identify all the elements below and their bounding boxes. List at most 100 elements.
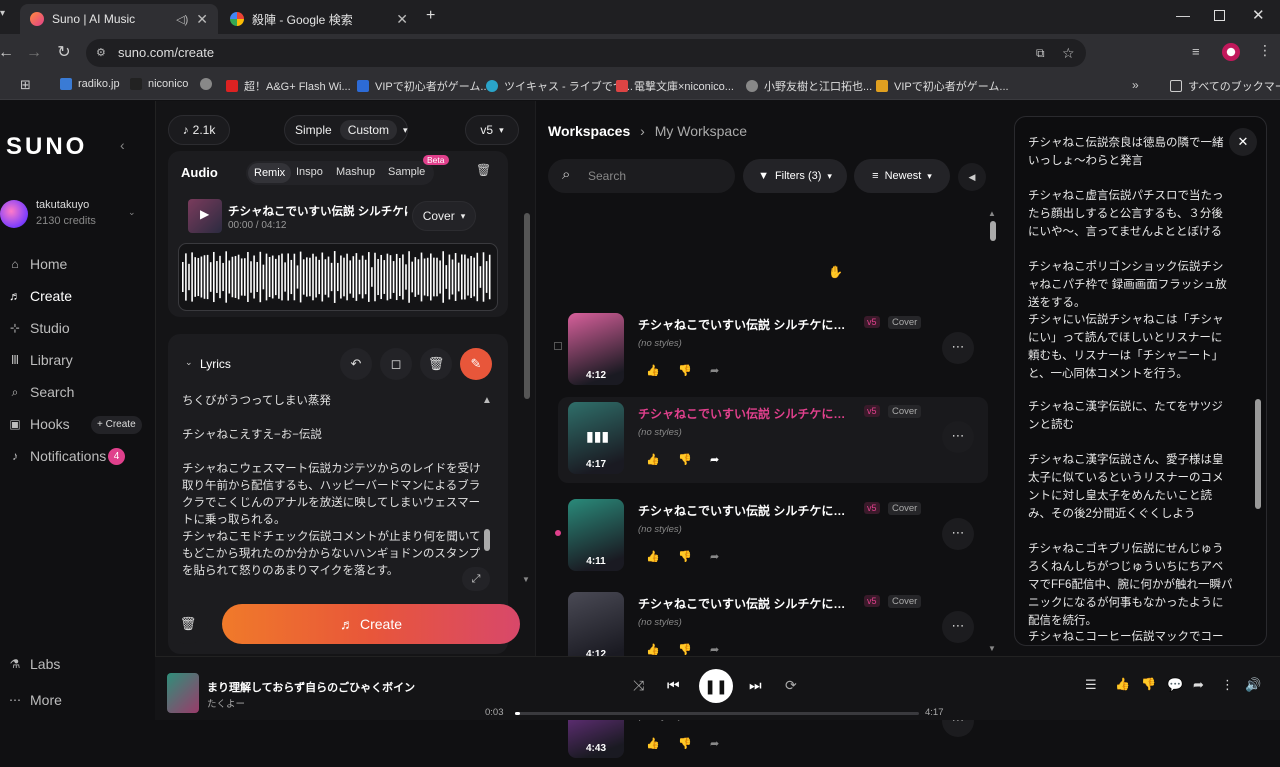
song-row[interactable]: 4:11 チシャねこでいすい伝説 シルチケについてあま... v5 Cover (no … [558,494,988,580]
sidebar-item-search[interactable]: ⌕ Search [8,384,75,400]
sidebar-item-studio[interactable]: ⊹ Studio [8,320,70,336]
undo-icon[interactable]: ↶ [340,348,372,380]
share-icon[interactable]: ➦ [710,453,719,466]
like-icon[interactable]: 👍 [646,737,660,750]
more-options-button[interactable]: ⋯ [942,332,974,364]
maximize-icon[interactable] [1214,10,1225,21]
share-icon[interactable]: ➦ [710,550,719,563]
close-window-icon[interactable]: ✕ [1252,6,1265,24]
media-control-icon[interactable]: ≡ [1192,44,1200,59]
bookmark-folder[interactable]: すべてのブックマーク [1170,78,1280,94]
player-title[interactable]: まり理解しておらず自らのごひゃくボイン [207,679,415,695]
bookmark-radiko[interactable]: radiko.jp [60,78,120,90]
dislike-icon[interactable]: 👎 [678,737,692,750]
suno-logo[interactable]: SUNO [6,133,87,161]
filters-button[interactable]: ▼ Filters (3) ▾ [743,159,847,193]
more-options-icon[interactable]: ⋮ [1221,677,1234,693]
chevron-down-icon[interactable]: ▾ [403,125,408,136]
scroll-down-icon[interactable]: ▼ [522,575,530,584]
lyrics-line[interactable]: チシャねこウェスマート伝説カジテツからのレイドを受け取り午前から配信するも、ハッ… [182,461,482,529]
more-bookmarks-icon[interactable]: » [1132,78,1139,92]
queue-icon[interactable]: ☰ [1085,677,1097,693]
apps-icon[interactable]: ⊞ [20,77,31,93]
bookmark-niconico[interactable]: niconico [130,78,188,90]
song-cover-art[interactable]: 4:12 [568,592,624,664]
bookmark-globe[interactable] [200,78,218,90]
tab-search-button[interactable]: ▾ [0,8,14,26]
song-title[interactable]: チシャねこでいすい伝説 シルチケについてあま... [638,595,853,612]
sidebar-item-more[interactable]: ⋯ More [8,692,62,708]
install-icon[interactable]: ⧉ [1036,39,1045,67]
collapse-sidebar-icon[interactable]: ‹ [120,137,125,153]
forward-icon[interactable]: → [24,43,44,63]
song-title[interactable]: チシャねこでいすい伝説 シルチケについてあま... [638,316,853,333]
dislike-icon[interactable]: 👎 [678,364,692,377]
comment-icon[interactable]: 💬 [1167,677,1183,693]
panel-scrollbar[interactable] [524,213,530,399]
magic-wand-icon[interactable]: ✎ [460,348,492,380]
dislike-icon[interactable]: 👎 [678,550,692,563]
breadcrumb-workspaces[interactable]: Workspaces [548,123,630,139]
sidebar-item-notifications[interactable]: ♪ Notifications [8,448,106,464]
bookmark-ono[interactable]: 小野友樹と江口拓也... [746,78,872,94]
url-field[interactable]: ⚙ suno.com/create ⧉ ☆ [86,39,1086,67]
share-icon[interactable]: ➦ [710,737,719,750]
dislike-icon[interactable]: 👎 [678,643,692,656]
delete-lyrics-icon[interactable]: 🗑 [420,348,452,380]
chevron-up-icon[interactable]: ▲ [482,395,492,406]
player-artist[interactable]: たくよー [207,696,245,710]
sidebar-item-hooks[interactable]: ▣ Hooks [8,416,69,432]
sidebar-item-home[interactable]: ⌂ Home [8,256,67,272]
dislike-icon[interactable]: 👎 [1141,677,1156,691]
bookmark-dengeki[interactable]: 電撃文庫×niconico... [616,78,734,94]
workspace-scrollbar[interactable] [990,221,996,241]
tab-sample[interactable]: Sample [388,166,425,178]
reload-icon[interactable]: ↻ [54,43,74,63]
user-avatar[interactable] [0,200,28,228]
model-select[interactable]: v5 ▾ [465,115,519,145]
mode-simple-button[interactable]: Simple [295,123,332,137]
search-input[interactable]: Search [588,169,626,183]
song-cover-art[interactable]: 4:11 [568,499,624,571]
player-thumbnail[interactable] [167,673,199,713]
breadcrumb-current[interactable]: My Workspace [655,123,747,139]
hooks-create-button[interactable]: + Create [91,416,142,434]
bookmark-vip-1[interactable]: VIPで初心者がゲーム... [357,78,490,94]
sort-button[interactable]: ≡ Newest ▾ [854,159,950,193]
lyrics-line[interactable]: ちくびがうつってしまい蒸発 [182,393,482,410]
more-options-button[interactable]: ⋯ [942,611,974,643]
share-icon[interactable]: ➦ [1193,677,1204,693]
play-icon[interactable]: ▶ [200,207,209,221]
share-icon[interactable]: ➦ [710,364,719,377]
song-row[interactable]: 4:12 チシャねこでいすい伝説 シルチケについてあま... v5 Cover (no … [558,308,988,394]
song-cover-art[interactable]: 4:12 [568,313,624,385]
mode-custom-button[interactable]: Custom [339,120,398,140]
song-row[interactable]: ▮▮▮ 4:17 チシャねこでいすい伝説 シルチケについてあ... v5 Cover (n… [558,397,988,483]
like-icon[interactable]: 👍 [646,453,660,466]
song-cover-art[interactable]: ▮▮▮ 4:17 [568,402,624,474]
tab-suno[interactable]: Suno | AI Music ◁) ✕ [20,4,218,34]
create-button[interactable]: ♬ Create [222,604,520,644]
song-title[interactable]: チシャねこでいすい伝説 シルチケについてあ... [638,405,853,422]
bookmark-icon[interactable]: ◻ [380,348,412,380]
scroll-down-icon[interactable]: ▼ [988,644,996,653]
close-tab-icon[interactable]: ✕ [396,11,408,28]
profile-avatar[interactable] [1222,43,1240,61]
scroll-up-icon[interactable]: ▲ [988,209,996,218]
new-tab-icon[interactable]: + [426,7,435,25]
tab-remix[interactable]: Remix [248,163,292,183]
site-info-icon[interactable]: ⚙ [96,39,106,67]
sidebar-item-library[interactable]: Ⅲ Library [8,352,73,368]
tab-inspo[interactable]: Inspo [296,166,323,178]
minimize-icon[interactable]: — [1176,7,1190,23]
close-panel-button[interactable]: ✕ [1229,128,1257,156]
song-title[interactable]: チシャねこでいすい伝説 シルチケについてあま... [638,502,853,519]
next-icon[interactable]: ⏭ [749,677,762,694]
sidebar-item-create[interactable]: ♬ Create [8,288,72,304]
workspace-search[interactable]: ⌕ Search [548,159,735,193]
like-icon[interactable]: 👍 [646,550,660,563]
scroll-left-icon[interactable]: ◀ [958,163,986,191]
lyrics-collapse-icon[interactable]: ⌄ [185,357,193,368]
tab-google[interactable]: 殺陣 - Google 検索 ✕ [220,4,418,34]
dislike-icon[interactable]: 👎 [678,453,692,466]
